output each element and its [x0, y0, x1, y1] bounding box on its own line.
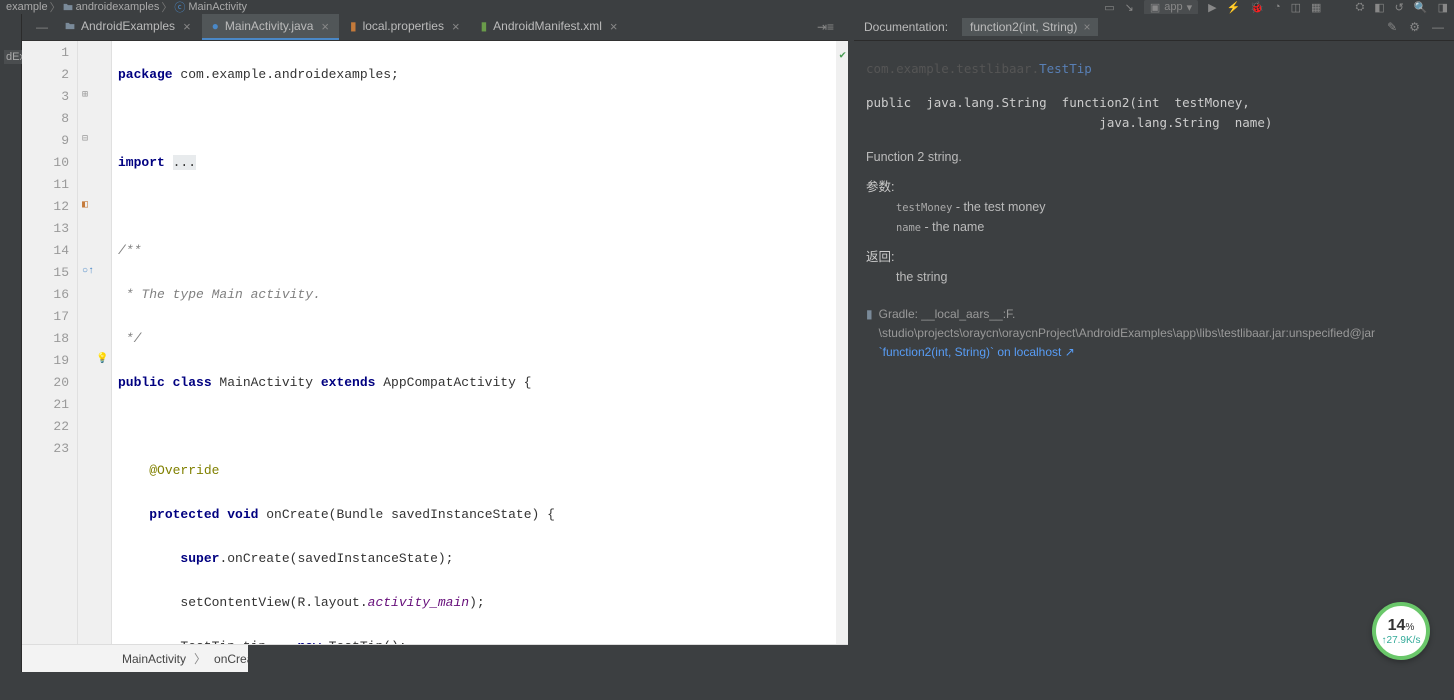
params-label: 参数:	[866, 177, 1442, 197]
nav-bar: example 〉 androidexamples 〉 ⓒ MainActivi…	[0, 0, 1454, 14]
avd-icon[interactable]: ◫	[1291, 1, 1301, 14]
doc-content: com.example.testlibaar.TestTip public ja…	[854, 41, 1454, 672]
chevron-right-icon: 〉	[161, 0, 172, 15]
search-icon[interactable]: 🔍	[1414, 1, 1428, 14]
breadcrumb[interactable]: example 〉 androidexamples 〉 ⓒ MainActivi…	[6, 0, 247, 15]
doc-tab[interactable]: function2(int, String) ×	[962, 18, 1098, 36]
editor-tab[interactable]: ▮ AndroidManifest.xml ×	[471, 14, 628, 40]
chevron-right-icon: 〉	[194, 650, 206, 667]
manifest-icon: ▮	[481, 19, 488, 33]
editor-pane: — AndroidExamples × ● MainActivity.java …	[22, 14, 848, 672]
bulb-icon[interactable]: 💡	[96, 349, 108, 371]
fold-icon[interactable]: ⊟	[82, 129, 88, 151]
upload-rate: ↑27.9K/s	[1382, 635, 1421, 646]
doc-source: ▮ Gradle: __local_aars__:F. \studio\proj…	[866, 305, 1442, 363]
minimize-icon[interactable]: —	[30, 20, 54, 34]
tab-label: AndroidExamples	[81, 19, 175, 33]
tab-label: local.properties	[363, 19, 444, 33]
dropdown-icon: ▾	[1187, 1, 1193, 14]
fold-icon[interactable]: ⊞	[82, 85, 88, 107]
breadcrumb-item[interactable]: androidexamples	[63, 1, 160, 13]
sdk-icon[interactable]: ▦	[1311, 1, 1321, 14]
close-icon[interactable]: ×	[1083, 20, 1090, 34]
breadcrumb-item[interactable]: ⓒ MainActivity	[174, 0, 247, 15]
crumb[interactable]: MainActivity	[122, 652, 186, 666]
error-stripe[interactable]: ✔	[836, 41, 848, 644]
gradle-icon: ▮	[866, 305, 873, 324]
doc-param: name - the name	[866, 217, 1442, 237]
tabs-more-icon[interactable]: ⇥≡	[811, 20, 840, 34]
main-toolbar: ▭ ↘ ▣ app ▾ ▶ ⚡ 🐞 ◔ ◫ ▦ ⛭ ◧ ↺ 🔍 ◨	[1104, 0, 1448, 15]
doc-param: testMoney - the test money	[866, 197, 1442, 217]
inspection-ok-icon[interactable]: ✔	[839, 45, 846, 67]
returns-label: 返回:	[866, 247, 1442, 267]
line-gutter: 123891011 12131415161718 1920212223	[22, 41, 78, 644]
sync-icon[interactable]: ↘	[1125, 1, 1134, 14]
doc-signature: public java.lang.String function2(int te…	[866, 93, 1442, 133]
run-button[interactable]: ▶	[1208, 1, 1216, 14]
editor-tabs: — AndroidExamples × ● MainActivity.java …	[22, 14, 848, 41]
doc-description: Function 2 string.	[866, 147, 1442, 167]
gear-icon[interactable]: ⚙	[1409, 20, 1420, 34]
hide-icon[interactable]: —	[1432, 20, 1444, 34]
breadcrumb-item[interactable]: example	[6, 1, 48, 13]
network-meter-widget[interactable]: 14% ↑27.9K/s	[1372, 602, 1430, 660]
close-icon[interactable]: ×	[452, 19, 460, 34]
code-text[interactable]: package com.example.androidexamples; imp…	[112, 41, 836, 644]
documentation-panel: Documentation: function2(int, String) × …	[854, 14, 1454, 672]
doc-external-link[interactable]: `function2(int, String)` on localhost ↗	[879, 345, 1075, 359]
run-config-selector[interactable]: ▣ app ▾	[1144, 0, 1198, 15]
tab-label: AndroidManifest.xml	[493, 19, 602, 33]
override-icon[interactable]: ○↑	[82, 261, 94, 283]
tool-icon[interactable]: ◨	[1438, 1, 1448, 14]
tool-icon[interactable]: ↺	[1395, 1, 1404, 14]
tool-icon[interactable]: ◧	[1374, 1, 1384, 14]
properties-icon: ▮	[350, 19, 357, 33]
close-icon[interactable]: ×	[610, 19, 618, 34]
editor-tab[interactable]: ● MainActivity.java ×	[202, 14, 339, 40]
debug-icon[interactable]: 🐞	[1250, 1, 1264, 14]
editor-breadcrumbs: MainActivity 〉 onCreate()	[22, 644, 848, 672]
doc-header: Documentation: function2(int, String) × …	[854, 14, 1454, 41]
edit-icon[interactable]: ✎	[1387, 20, 1397, 34]
doc-returns: the string	[866, 267, 1442, 287]
doc-title: Documentation:	[864, 20, 948, 34]
android-icon: ▣	[1150, 1, 1160, 14]
editor-tab[interactable]: ▮ local.properties ×	[340, 14, 470, 40]
apply-changes-icon[interactable]: ⚡	[1227, 1, 1241, 14]
code-editor[interactable]: 123891011 12131415161718 1920212223 ⊞ ⊟ …	[22, 41, 848, 644]
tool-window-stripe-left[interactable]: dExa	[0, 14, 22, 672]
close-icon[interactable]: ×	[183, 19, 191, 34]
profile-icon[interactable]: ◔	[1274, 1, 1281, 13]
doc-fqn: com.example.testlibaar.TestTip	[866, 59, 1442, 79]
java-class-icon: ●	[212, 19, 219, 33]
tool-icon[interactable]: ⛭	[1355, 1, 1364, 14]
device-icon[interactable]: ▭	[1104, 1, 1114, 14]
class-gutter-icon[interactable]: ◧	[82, 195, 88, 217]
tab-label: MainActivity.java	[225, 19, 313, 33]
editor-tab[interactable]: AndroidExamples ×	[55, 14, 201, 40]
close-icon[interactable]: ×	[321, 19, 329, 34]
chevron-right-icon: 〉	[50, 0, 61, 15]
icon-gutter: ⊞ ⊟ ◧ ○↑ 💡	[78, 41, 112, 644]
